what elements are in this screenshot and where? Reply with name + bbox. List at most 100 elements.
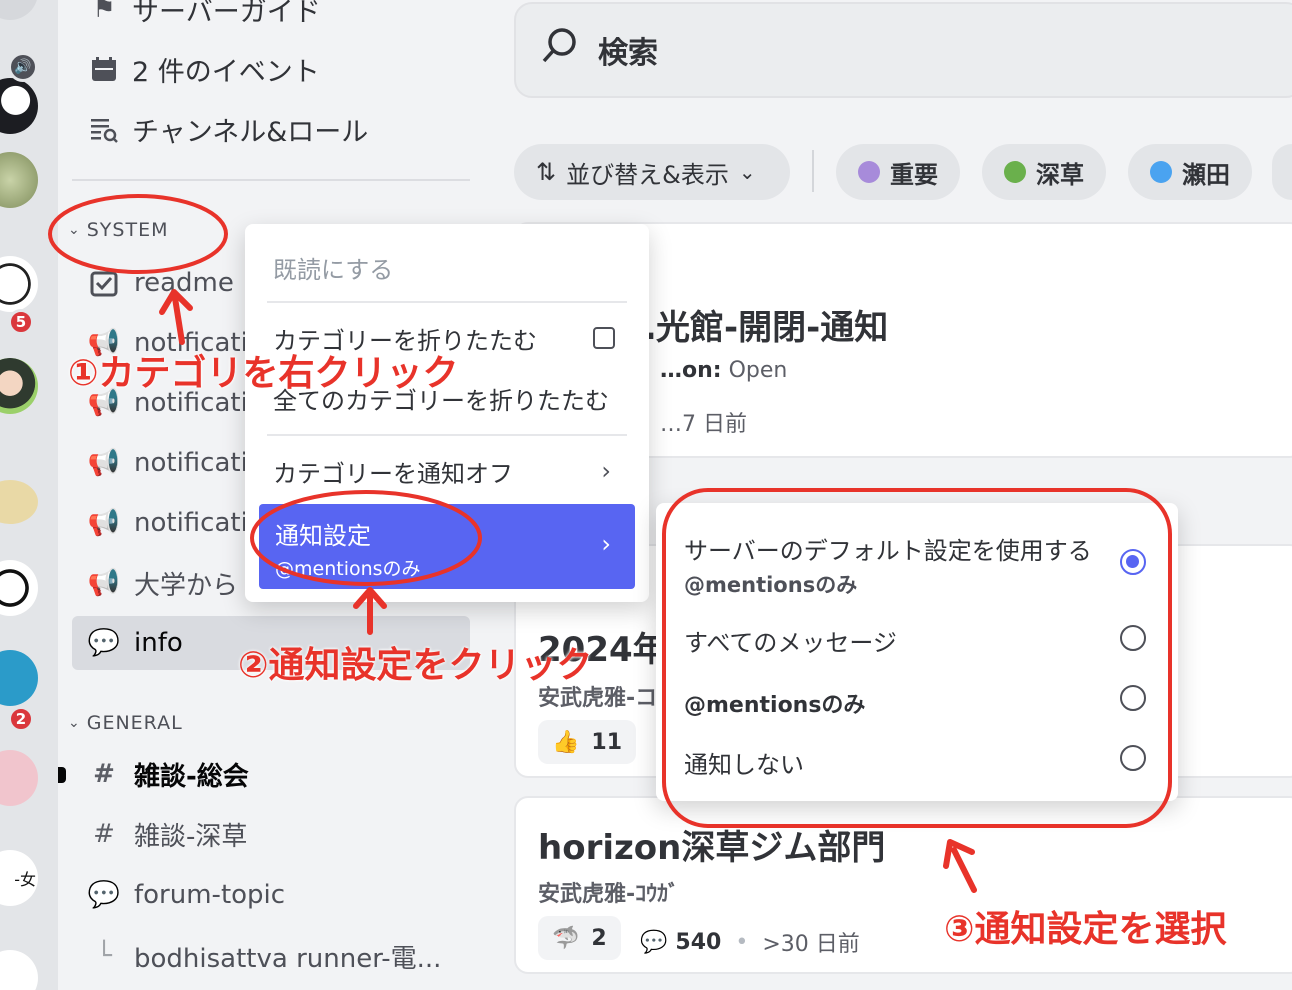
server-rail: 🔊 5 2 -女 [0, 0, 58, 990]
option-server-default-sublabel: @mentionsのみ [684, 573, 858, 597]
menu-sublabel: @mentionsのみ [275, 558, 421, 580]
server-icon[interactable] [0, 152, 38, 208]
post-author: 安武虎雅-ｺｳｶﾞ [538, 882, 680, 907]
events-link[interactable]: 2 件のイベント [88, 44, 320, 94]
menu-separator [267, 301, 627, 303]
option-server-default-label[interactable]: サーバーのデフォルト設定を使用する [684, 531, 1092, 566]
reaction-button[interactable]: 🦈 2 [538, 916, 621, 960]
notification-settings-submenu: サーバーのデフォルト設定を使用する @mentionsのみ すべてのメッセージ … [656, 503, 1178, 801]
tag-fukakusa[interactable]: 深草 [982, 144, 1106, 200]
channel-browse-icon [88, 113, 120, 145]
hash-icon: # [93, 759, 115, 789]
option-nothing[interactable]: 通知しない [684, 745, 804, 780]
server-icon[interactable] [0, 750, 38, 806]
menu-item-mark-read[interactable]: 既読にする [259, 242, 635, 292]
post-meta-label: …on: [660, 358, 722, 383]
sort-label: 並び替え&表示 [566, 160, 729, 189]
annotation-step3: ③通知設定を選択 [944, 909, 1227, 950]
reaction-button[interactable]: 👍 11 [538, 720, 637, 764]
server-icon[interactable] [0, 256, 38, 312]
search-placeholder: 検索 [598, 36, 658, 71]
search-icon [540, 26, 580, 75]
server-icon[interactable] [0, 358, 38, 414]
calendar-icon [88, 53, 120, 85]
menu-label: 既読にする [273, 255, 394, 284]
server-mention-badge: 5 [8, 309, 34, 335]
channel-readme[interactable]: readme [88, 256, 234, 310]
toolbar-divider [812, 150, 814, 192]
announcement-icon: 📢 [87, 568, 121, 598]
rules-icon [88, 267, 120, 299]
forum-icon: 💬 [87, 628, 121, 658]
channel-chat-general[interactable]: # 雑談-総会 [88, 747, 249, 801]
server-icon[interactable] [0, 950, 38, 990]
channel-notifications-3[interactable]: 📢 notificati [88, 436, 248, 490]
server-icon[interactable] [0, 78, 38, 134]
channel-name: 雑談-総会 [134, 761, 249, 792]
option-all-messages[interactable]: すべてのメッセージ [684, 623, 897, 658]
thread-bodhisattva[interactable]: └ bodhisattva runner-電... [88, 929, 441, 983]
category-name: GENERAL [86, 712, 183, 734]
server-icon[interactable] [0, 650, 38, 706]
server-icon[interactable] [0, 560, 38, 616]
channel-name: notificati [134, 448, 248, 478]
tag-important[interactable]: 重要 [836, 144, 960, 200]
menu-item-mute-category[interactable]: カテゴリーを通知オフ › [259, 446, 635, 496]
tag-color-dot [1004, 161, 1026, 183]
category-general[interactable]: ⌄ GENERAL [68, 712, 183, 734]
announcement-icon: 📢 [87, 508, 121, 538]
menu-separator [267, 434, 627, 436]
post-stats: 💬 540 • >30 日前 [640, 926, 860, 958]
reaction-count: 11 [591, 729, 623, 755]
server-icon[interactable]: -女 [0, 850, 38, 906]
unread-indicator [58, 767, 66, 783]
channel-name: notificati [134, 508, 248, 538]
post-meta: …on: Open [660, 358, 787, 383]
checkbox-icon[interactable] [593, 327, 615, 349]
channel-university[interactable]: 📢 大学から [88, 556, 238, 610]
tag-seta[interactable]: 瀬田 [1128, 144, 1252, 200]
channels-roles-link[interactable]: チャンネル&ロール [88, 104, 368, 154]
radio-all-messages[interactable] [1120, 625, 1146, 651]
radio-server-default[interactable] [1120, 549, 1146, 575]
channel-forum-topic[interactable]: 💬 forum-topic [88, 868, 285, 922]
radio-mentions-only[interactable] [1120, 685, 1146, 711]
thumbs-up-icon: 👍 [552, 729, 580, 755]
search-input[interactable]: 検索 [514, 2, 1292, 98]
sidebar-divider [72, 179, 470, 181]
comment-count: 540 [675, 929, 722, 955]
server-icon[interactable] [0, 0, 38, 20]
channel-name: forum-topic [134, 880, 286, 910]
chevron-down-icon: ⌄ [68, 222, 81, 238]
channel-name: info [134, 628, 183, 658]
menu-label: 通知設定 [275, 522, 371, 550]
channel-name: 大学から [134, 570, 239, 601]
post-title: …光館-開閉-通知 [622, 308, 889, 348]
server-icon[interactable] [0, 480, 38, 524]
post-time: …7 日前 [660, 412, 747, 437]
category-system[interactable]: ⌄ SYSTEM [68, 219, 168, 241]
channel-name: bodhisattva runner-電... [134, 943, 442, 974]
nav-label: チャンネル&ロール [132, 116, 369, 148]
announcement-icon: 📢 [87, 448, 121, 478]
server-guide-link[interactable]: ⚑ サーバーガイド [88, 0, 320, 34]
tag-more[interactable] [1272, 144, 1292, 200]
separator-dot: • [735, 929, 749, 955]
nav-label: 2 件のイベント [132, 56, 320, 88]
radio-nothing[interactable] [1120, 745, 1146, 771]
annotation-step1: ①カテゴリを右クリック [68, 353, 459, 394]
tag-color-dot [1150, 161, 1172, 183]
category-name: SYSTEM [86, 219, 169, 241]
sort-view-button[interactable]: ⇅ 並び替え&表示 ⌄ [514, 144, 790, 200]
signpost-icon: ⚑ [92, 0, 116, 24]
option-mentions-only[interactable]: @mentionsのみ [684, 687, 865, 719]
menu-item-notification-settings[interactable]: 通知設定 @mentionsのみ › [259, 504, 635, 589]
thread-branch-icon: └ [96, 941, 112, 971]
post-time: >30 日前 [762, 932, 860, 957]
speaker-icon: 🔊 [8, 52, 38, 82]
chevron-down-icon: ⌄ [738, 160, 756, 184]
hash-thread-icon: # [93, 819, 115, 849]
channel-chat-fukakusa[interactable]: # 雑談-深草 [88, 807, 247, 861]
reaction-count: 2 [591, 925, 607, 951]
channel-notifications-4[interactable]: 📢 notificati [88, 496, 248, 550]
